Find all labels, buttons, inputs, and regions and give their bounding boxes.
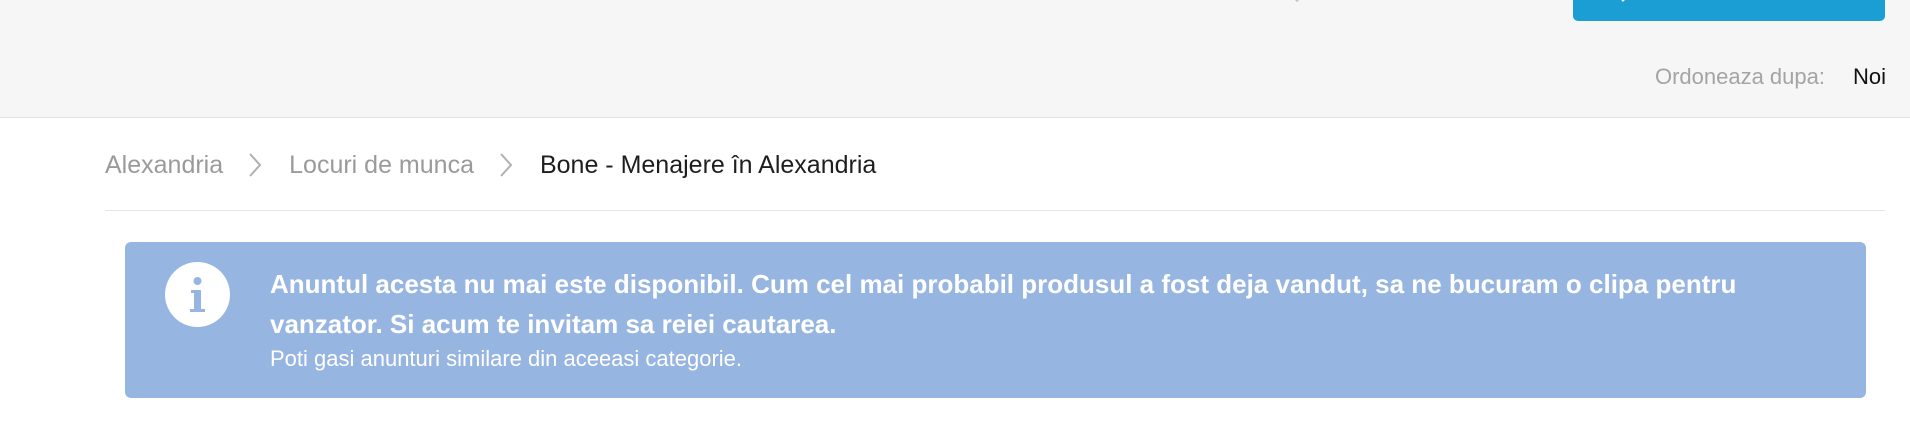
unavailable-listing-alert: Anuntul acesta nu mai este disponibil. C…: [125, 242, 1866, 398]
breadcrumb: Alexandria Locuri de munca Bone - Menaje…: [105, 148, 876, 182]
divider: [105, 210, 1885, 211]
info-icon: [165, 262, 230, 327]
chevron-right-icon: [245, 151, 265, 179]
alert-message: Anuntul acesta nu mai este disponibil. C…: [270, 269, 1737, 339]
search-button[interactable]: [1573, 0, 1885, 21]
breadcrumb-current: Bone - Menajere în Alexandria: [539, 150, 877, 179]
breadcrumb-item-locuri-de-munca[interactable]: Locuri de munca: [289, 151, 474, 180]
chevron-right-icon: [496, 151, 516, 179]
sort-control: Ordoneaza dupa: Noi: [1655, 64, 1886, 90]
alert-sub-message: Poti gasi anunturi similare din aceeasi …: [270, 346, 743, 371]
top-bar: Ordoneaza dupa: Noi: [0, 0, 1910, 118]
close-icon[interactable]: [1282, 0, 1312, 6]
alert-text: Anuntul acesta nu mai este disponibil. C…: [270, 264, 1790, 374]
sort-dropdown[interactable]: Noi: [1853, 64, 1886, 90]
sort-label: Ordoneaza dupa:: [1654, 64, 1825, 89]
breadcrumb-item-alexandria[interactable]: Alexandria: [105, 151, 223, 180]
